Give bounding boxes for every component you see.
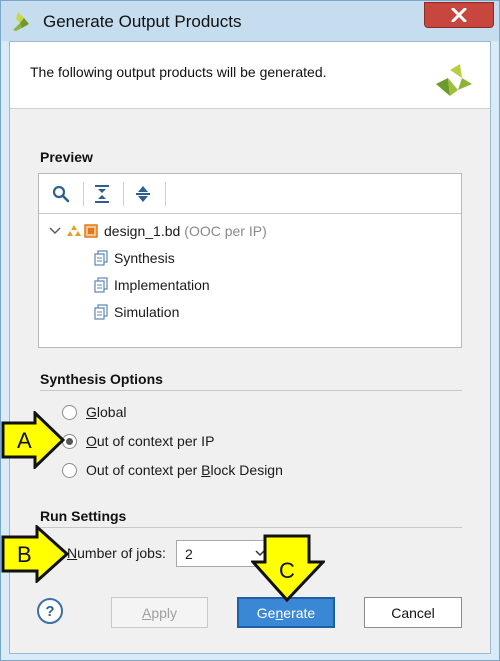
- collapse-all-button[interactable]: [92, 184, 112, 204]
- toolbar-separator: [83, 182, 84, 206]
- close-button[interactable]: [424, 2, 494, 28]
- radio-label-ooc-per-block-design: Out of context per Block Design: [86, 462, 283, 478]
- document-icon: [94, 250, 108, 266]
- callout-arrow-b: B: [1, 525, 69, 583]
- radio-label-ooc-per-ip: Out of context per IP: [86, 433, 215, 449]
- callout-letter-b: B: [17, 542, 32, 567]
- expand-all-icon: [136, 186, 150, 202]
- dialog-window: Generate Output Products The following o…: [0, 0, 500, 661]
- tree-item-simulation[interactable]: Simulation: [94, 301, 179, 323]
- preview-toolbar: [39, 174, 461, 214]
- preview-panel: design_1.bd (OOC per IP) Synthesis Imple…: [38, 173, 462, 348]
- ooc-module-icon: [84, 224, 98, 238]
- toolbar-separator: [123, 182, 124, 206]
- tree-root-note: (OOC per IP): [184, 223, 267, 239]
- help-button[interactable]: ?: [37, 598, 63, 624]
- callout-arrow-c: C: [251, 534, 325, 602]
- search-button[interactable]: [51, 184, 71, 204]
- callout-letter-c: C: [279, 558, 295, 583]
- vivado-logo-icon: [13, 12, 29, 31]
- tree-item-label: Implementation: [114, 277, 210, 293]
- jobs-label: Number of jobs:: [67, 545, 166, 561]
- synthesis-options-title: Synthesis Options: [40, 371, 163, 387]
- vivado-brand-icon: [436, 64, 472, 96]
- header-description: The following output products will be ge…: [30, 64, 327, 80]
- radio-global[interactable]: Global: [62, 401, 126, 423]
- preview-section-title: Preview: [40, 149, 93, 165]
- tree-root-label: design_1.bd: [104, 223, 181, 239]
- radio-ooc-per-ip[interactable]: Out of context per IP: [62, 430, 214, 452]
- jobs-value: 2: [185, 545, 193, 562]
- section-divider: [40, 390, 462, 391]
- close-icon: [451, 8, 467, 22]
- expand-all-button[interactable]: [133, 184, 153, 204]
- cancel-button[interactable]: Cancel: [364, 597, 462, 628]
- tree-item-synthesis[interactable]: Synthesis: [94, 247, 175, 269]
- tree-root-row[interactable]: design_1.bd (OOC per IP): [49, 220, 267, 242]
- title-bar[interactable]: Generate Output Products: [1, 1, 499, 41]
- tree-item-label: Synthesis: [114, 250, 175, 266]
- search-icon: [52, 185, 70, 203]
- document-icon: [94, 277, 108, 293]
- collapse-all-icon: [95, 185, 109, 203]
- chevron-down-icon[interactable]: [49, 226, 61, 236]
- window-title: Generate Output Products: [43, 12, 242, 31]
- radio-label-global: Global: [86, 404, 127, 420]
- toolbar-separator: [165, 182, 166, 206]
- document-icon: [94, 304, 108, 320]
- dialog-header: The following output products will be ge…: [10, 42, 490, 109]
- tree-item-implementation[interactable]: Implementation: [94, 274, 210, 296]
- run-settings-title: Run Settings: [40, 508, 127, 524]
- callout-letter-a: A: [17, 428, 32, 453]
- apply-button[interactable]: Apply: [111, 597, 208, 628]
- block-design-icon: [67, 225, 81, 236]
- tree-item-label: Simulation: [114, 304, 180, 320]
- section-divider: [40, 527, 462, 528]
- help-icon: ?: [45, 602, 55, 620]
- callout-arrow-a: A: [1, 411, 65, 469]
- radio-ooc-per-block-design[interactable]: Out of context per Block Design: [62, 459, 283, 481]
